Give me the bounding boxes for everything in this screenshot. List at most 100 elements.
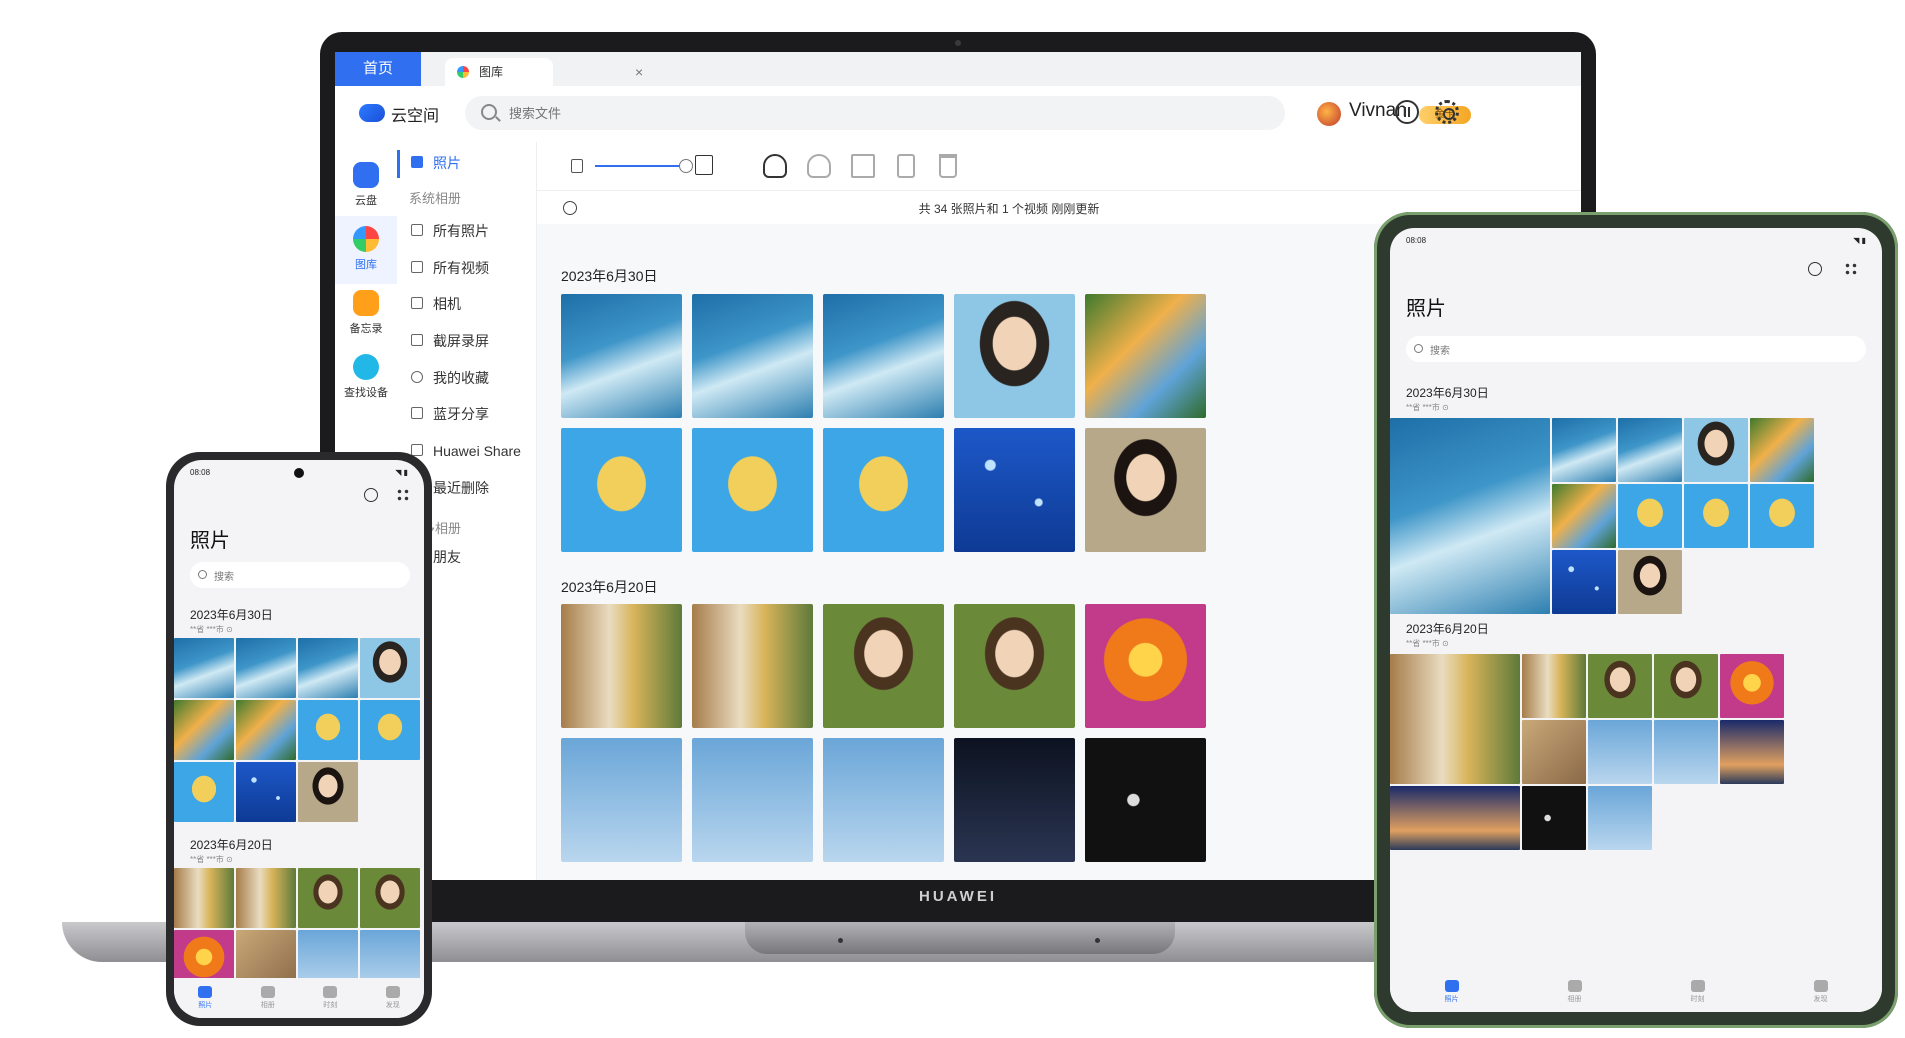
more-icon[interactable] (396, 488, 410, 502)
photo-thumb[interactable] (360, 868, 420, 928)
photo-thumb[interactable] (561, 738, 682, 862)
photo-thumb[interactable] (823, 294, 944, 418)
photo-thumb[interactable] (1720, 720, 1784, 784)
zoom-slider[interactable] (595, 165, 683, 167)
search-input[interactable] (509, 96, 1209, 130)
upload-icon[interactable] (763, 154, 787, 178)
photo-thumb[interactable] (298, 700, 358, 760)
photo-thumb[interactable] (692, 738, 813, 862)
avatar[interactable] (1317, 102, 1341, 126)
close-icon[interactable]: × (635, 58, 643, 86)
zoom-out-icon[interactable] (571, 159, 583, 173)
rail-item-cloud-drive[interactable]: 云盘 (335, 152, 397, 220)
photo-thumb[interactable] (236, 638, 296, 698)
photo-thumb[interactable] (1552, 484, 1616, 548)
photo-thumb[interactable] (1390, 654, 1520, 784)
photo-thumb[interactable] (1085, 604, 1206, 728)
photo-thumb[interactable] (823, 428, 944, 552)
photo-thumb[interactable] (360, 700, 420, 760)
photo-thumb[interactable] (236, 700, 296, 760)
photo-thumb[interactable] (1085, 428, 1206, 552)
zoom-slider-handle[interactable] (679, 159, 693, 173)
album-all-photos[interactable]: 所有照片 (409, 218, 489, 244)
photo-thumb[interactable] (1552, 418, 1616, 482)
photo-thumb[interactable] (298, 868, 358, 928)
photo-thumb[interactable] (1618, 550, 1682, 614)
photo-thumb[interactable] (1618, 484, 1682, 548)
search-bar[interactable]: 搜索 (1406, 336, 1866, 362)
tab-albums[interactable]: 相册 (1567, 980, 1582, 1004)
photo-thumb[interactable] (954, 604, 1075, 728)
photo-thumb[interactable] (692, 428, 813, 552)
photo-thumb[interactable] (1085, 294, 1206, 418)
rail-item-gallery[interactable]: 图库 (335, 216, 397, 284)
rail-item-notes[interactable]: 备忘录 (335, 280, 397, 348)
album-camera[interactable]: 相机 (409, 291, 461, 317)
tab-home[interactable]: 首页 (335, 52, 421, 86)
search-bar[interactable] (465, 96, 1285, 130)
tab-moments[interactable]: 时刻 (1690, 980, 1705, 1004)
photo-thumb[interactable] (1654, 654, 1718, 718)
photo-thumb[interactable] (1522, 720, 1586, 784)
album-all-videos[interactable]: 所有视频 (409, 255, 489, 281)
gear-icon[interactable] (1435, 100, 1459, 124)
album-screenshots[interactable]: 截屏录屏 (409, 328, 489, 354)
account-icon[interactable] (1808, 262, 1822, 276)
photo-thumb[interactable] (1588, 654, 1652, 718)
photo-thumb[interactable] (1390, 786, 1520, 850)
rail-item-find-device[interactable]: 查找设备 (335, 344, 397, 412)
photo-thumb[interactable] (174, 868, 234, 928)
photo-thumb[interactable] (954, 738, 1075, 862)
photo-thumb[interactable] (236, 868, 296, 928)
photo-thumb[interactable] (1522, 786, 1586, 850)
album-photos[interactable]: 照片 (409, 150, 461, 176)
photo-thumb[interactable] (174, 638, 234, 698)
photo-thumb[interactable] (298, 638, 358, 698)
photo-thumb[interactable] (1750, 484, 1814, 548)
photo-thumb[interactable] (954, 428, 1075, 552)
more-icon[interactable] (1844, 262, 1858, 276)
photo-thumb[interactable] (174, 700, 234, 760)
photo-thumb[interactable] (1720, 654, 1784, 718)
download-icon[interactable] (807, 154, 831, 178)
photo-thumb[interactable] (298, 762, 358, 822)
photo-thumb[interactable] (1588, 786, 1652, 850)
photo-thumb[interactable] (1654, 720, 1718, 784)
album-favorites[interactable]: 我的收藏 (409, 365, 489, 391)
account-icon[interactable] (364, 488, 378, 502)
photo-thumb[interactable] (1085, 738, 1206, 862)
photo-thumb[interactable] (174, 762, 234, 822)
tab-moments[interactable]: 时刻 (323, 986, 338, 1010)
photo-thumb[interactable] (1684, 484, 1748, 548)
photo-thumb[interactable] (692, 604, 813, 728)
photo-thumb[interactable] (360, 638, 420, 698)
photo-thumb[interactable] (1588, 720, 1652, 784)
copy-icon[interactable] (897, 154, 915, 178)
tab-photos[interactable]: 照片 (1444, 980, 1459, 1004)
album-huawei-share[interactable]: Huawei Share (409, 438, 521, 464)
zoom-in-icon[interactable] (695, 155, 713, 175)
photo-thumb[interactable] (1750, 418, 1814, 482)
tab-discover[interactable]: 发现 (385, 986, 400, 1010)
photo-thumb[interactable] (823, 738, 944, 862)
tab-albums[interactable]: 相册 (260, 986, 275, 1010)
tab-gallery[interactable]: 图库 × (445, 58, 643, 86)
photo-thumb[interactable] (1390, 418, 1550, 614)
album-bluetooth[interactable]: 蓝牙分享 (409, 401, 489, 427)
pause-icon[interactable] (1395, 100, 1419, 124)
photo-thumb[interactable] (561, 604, 682, 728)
tab-discover[interactable]: 发现 (1813, 980, 1828, 1004)
photo-thumb[interactable] (1684, 418, 1748, 482)
photo-thumb[interactable] (236, 762, 296, 822)
photo-thumb[interactable] (1618, 418, 1682, 482)
move-folder-icon[interactable] (851, 154, 875, 178)
photo-thumb[interactable] (954, 294, 1075, 418)
photo-thumb[interactable] (692, 294, 813, 418)
search-bar[interactable]: 搜索 (190, 562, 410, 588)
tab-photos[interactable]: 照片 (198, 986, 213, 1010)
photo-thumb[interactable] (561, 294, 682, 418)
delete-icon[interactable] (939, 154, 957, 178)
photo-thumb[interactable] (561, 428, 682, 552)
photo-thumb[interactable] (1552, 550, 1616, 614)
photo-thumb[interactable] (1522, 654, 1586, 718)
